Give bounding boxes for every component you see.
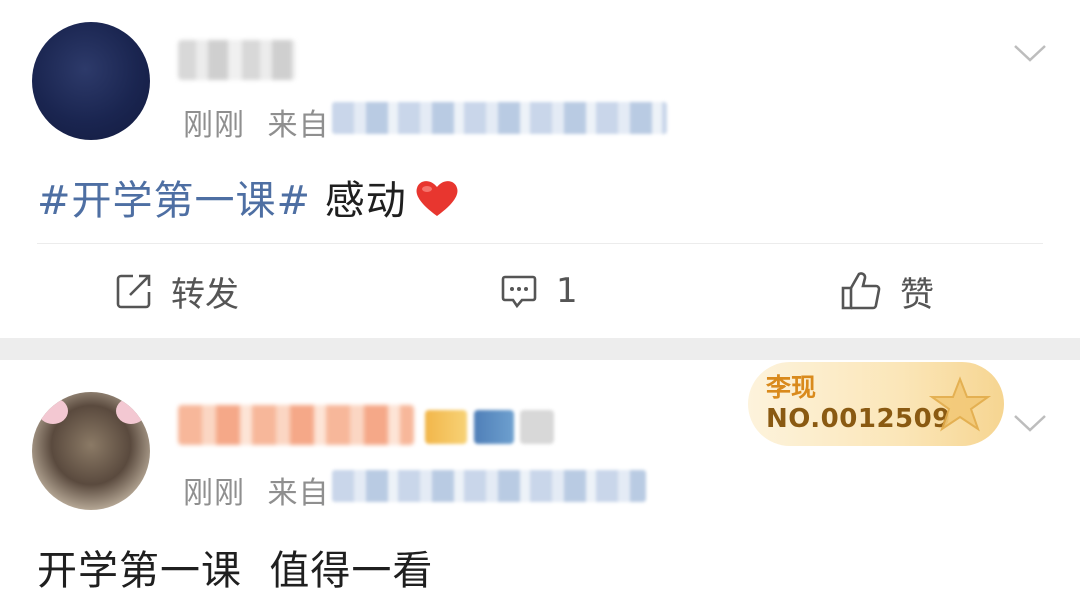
topic-link[interactable]: #开学第一课# bbox=[37, 178, 311, 224]
fan-badge-icon[interactable] bbox=[520, 410, 554, 444]
comment-icon bbox=[501, 275, 537, 309]
medal-number: NO.0012509 bbox=[766, 404, 951, 434]
source-prefix: 来自 bbox=[267, 476, 330, 511]
source-blurred[interactable] bbox=[332, 102, 667, 134]
fan-medal-badge[interactable]: 李现 NO.0012509 bbox=[748, 362, 1004, 446]
medal-title: 李现 bbox=[766, 373, 817, 402]
post-content: #开学第一课# 感动 bbox=[37, 168, 459, 226]
post-time: 刚刚 bbox=[183, 476, 245, 511]
thumbs-up-icon bbox=[841, 272, 881, 310]
star-icon bbox=[928, 376, 992, 432]
post-text: 开学第一课 值得一看 bbox=[37, 548, 434, 594]
post-text: 感动 bbox=[311, 178, 407, 224]
feed-separator bbox=[0, 338, 1080, 360]
avatar[interactable] bbox=[32, 22, 150, 140]
feed-post-1: 刚刚 来自 #开学第一课# 感动 转发 1 赞 bbox=[0, 0, 1080, 338]
divider bbox=[37, 243, 1043, 244]
vip-badge-icon[interactable] bbox=[425, 410, 467, 444]
repost-button[interactable]: 转发 bbox=[115, 266, 239, 316]
avatar-ear-decoration bbox=[38, 398, 68, 424]
avatar[interactable] bbox=[32, 392, 150, 510]
chevron-down-icon[interactable] bbox=[1012, 42, 1048, 64]
comment-count: 1 bbox=[556, 271, 578, 311]
post-time: 刚刚 bbox=[183, 108, 245, 143]
chevron-down-icon[interactable] bbox=[1012, 412, 1048, 434]
avatar-ear-decoration bbox=[116, 398, 146, 424]
username-blurred[interactable] bbox=[178, 40, 296, 80]
repost-icon bbox=[116, 274, 151, 309]
heart-emoji-icon bbox=[416, 181, 458, 216]
level-badge-icon[interactable] bbox=[474, 410, 514, 444]
post-content: 开学第一课 值得一看 bbox=[37, 538, 433, 596]
username-blurred[interactable] bbox=[178, 405, 414, 445]
like-button[interactable]: 赞 bbox=[840, 266, 934, 316]
repost-label: 转发 bbox=[171, 274, 239, 315]
post-meta: 刚刚 来自 bbox=[183, 100, 330, 144]
post-meta: 刚刚 来自 bbox=[183, 468, 330, 512]
source-prefix: 来自 bbox=[267, 108, 330, 143]
like-label: 赞 bbox=[900, 274, 934, 315]
source-blurred[interactable] bbox=[332, 470, 646, 502]
comment-button[interactable]: 1 bbox=[500, 266, 578, 316]
